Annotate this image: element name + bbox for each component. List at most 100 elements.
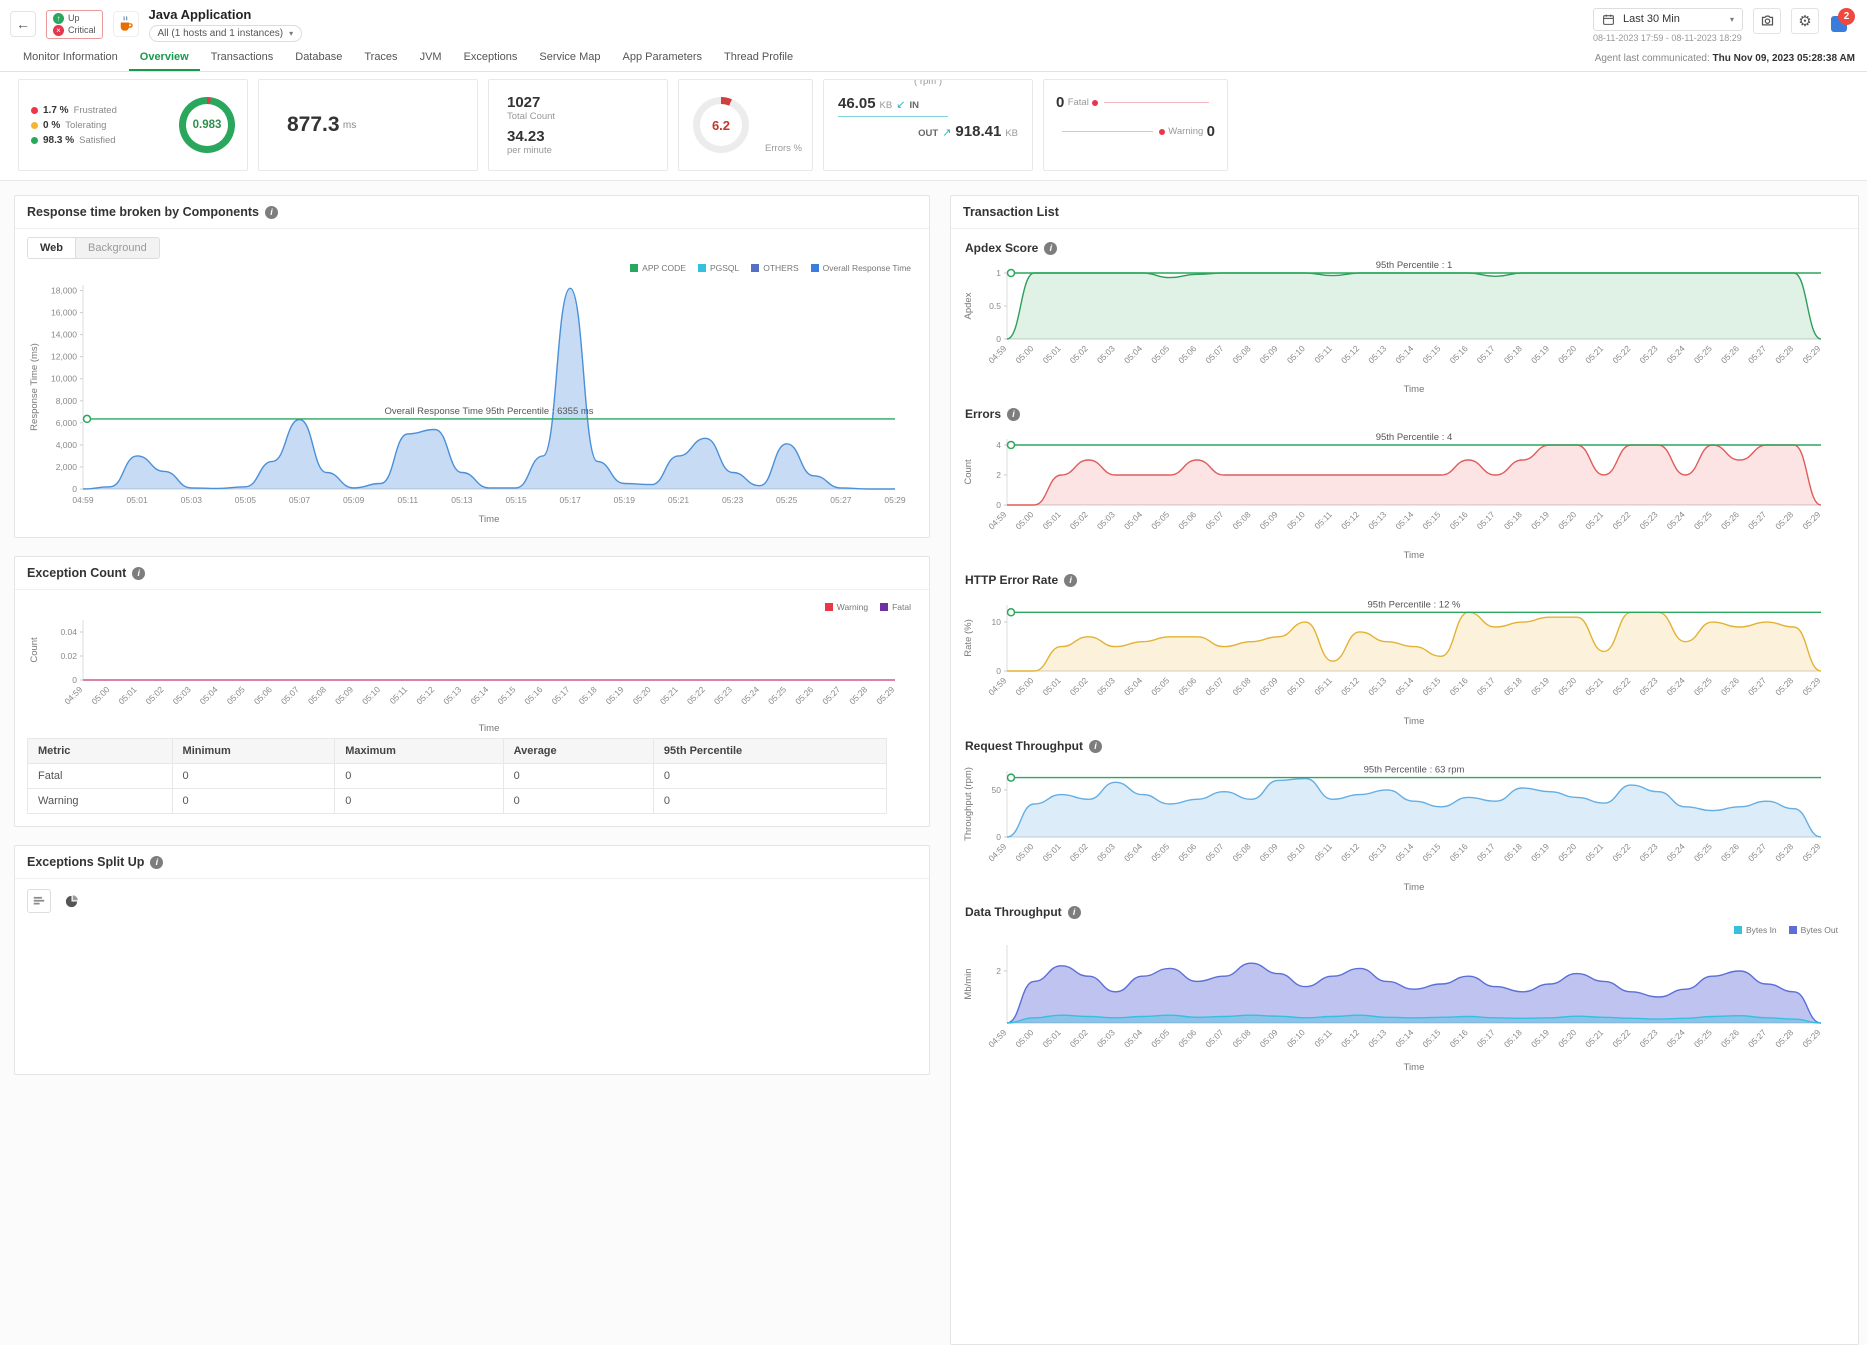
svg-text:05:15: 05:15 — [505, 495, 527, 505]
settings-button[interactable]: ⚙ — [1791, 8, 1819, 34]
gear-icon: ⚙ — [1798, 12, 1811, 30]
agent-status: Agent last communicated: Thu Nov 09, 202… — [1595, 53, 1855, 64]
availability-status-chip[interactable]: ↑ Up × Critical — [46, 10, 103, 39]
tab-monitor-information[interactable]: Monitor Information — [12, 46, 129, 71]
svg-text:05:19: 05:19 — [1529, 1027, 1551, 1049]
table-cell: 0 — [503, 764, 653, 789]
tab-service-map[interactable]: Service Map — [528, 46, 611, 71]
svg-text:50: 50 — [992, 785, 1002, 795]
bar-chart-view-button[interactable] — [27, 889, 51, 913]
svg-text:05:01: 05:01 — [1041, 841, 1063, 863]
svg-text:05:05: 05:05 — [1149, 1027, 1171, 1049]
tab-transactions[interactable]: Transactions — [200, 46, 285, 71]
title-block: Java Application All (1 hosts and 1 inst… — [149, 7, 303, 42]
info-icon[interactable]: i — [132, 567, 145, 580]
svg-text:05:16: 05:16 — [1448, 841, 1470, 863]
svg-text:05:29: 05:29 — [1800, 1027, 1822, 1049]
svg-text:16,000: 16,000 — [51, 308, 77, 318]
tab-app-parameters[interactable]: App Parameters — [612, 46, 713, 71]
host-instance-selector[interactable]: All (1 hosts and 1 instances) ▾ — [149, 25, 303, 42]
info-icon[interactable]: i — [265, 206, 278, 219]
svg-text:05:23: 05:23 — [1637, 675, 1659, 697]
info-icon[interactable]: i — [1089, 740, 1102, 753]
svg-text:95th Percentile : 4: 95th Percentile : 4 — [1376, 432, 1453, 443]
notifications-button[interactable]: 2 — [1829, 8, 1855, 34]
legend-item[interactable]: Overall Response Time — [811, 263, 911, 273]
svg-text:05:24: 05:24 — [739, 684, 761, 706]
info-icon[interactable]: i — [1068, 906, 1081, 919]
svg-text:05:28: 05:28 — [1773, 509, 1795, 531]
time-range-selector[interactable]: Last 30 Min ▾ — [1593, 8, 1743, 31]
page-title: Java Application — [149, 7, 303, 22]
svg-text:0: 0 — [996, 832, 1001, 842]
svg-text:05:05: 05:05 — [235, 495, 257, 505]
legend-item[interactable]: Warning — [825, 602, 868, 612]
svg-text:05:25: 05:25 — [1692, 1027, 1714, 1049]
tab-traces[interactable]: Traces — [353, 46, 408, 71]
svg-text:05:20: 05:20 — [1556, 841, 1578, 863]
toggle-web[interactable]: Web — [28, 238, 76, 258]
legend-item[interactable]: OTHERS — [751, 263, 798, 273]
info-icon[interactable]: i — [1044, 242, 1057, 255]
legend-swatch-icon — [698, 264, 706, 272]
svg-text:05:20: 05:20 — [1556, 509, 1578, 531]
camera-icon — [1760, 13, 1775, 28]
tab-jvm[interactable]: JVM — [409, 46, 453, 71]
legend-item[interactable]: PGSQL — [698, 263, 739, 273]
tab-bar: Monitor InformationOverviewTransactionsD… — [0, 46, 1867, 72]
toggle-background[interactable]: Background — [76, 238, 159, 258]
svg-text:05:03: 05:03 — [1095, 675, 1117, 697]
svg-text:05:08: 05:08 — [1230, 841, 1252, 863]
svg-text:05:24: 05:24 — [1665, 841, 1687, 863]
info-icon[interactable]: i — [1064, 574, 1077, 587]
svg-text:05:13: 05:13 — [1366, 1027, 1388, 1049]
svg-text:05:15: 05:15 — [1420, 509, 1442, 531]
fatal-value: 0 — [1056, 94, 1064, 111]
svg-text:05:21: 05:21 — [1583, 841, 1605, 863]
info-icon[interactable]: i — [150, 856, 163, 869]
legend-item[interactable]: Bytes In — [1734, 925, 1777, 935]
screenshot-button[interactable] — [1753, 8, 1781, 34]
svg-text:05:28: 05:28 — [1773, 841, 1795, 863]
errors-label: Errors — [965, 407, 1001, 421]
svg-text:05:15: 05:15 — [1420, 675, 1442, 697]
svg-text:14,000: 14,000 — [51, 330, 77, 340]
data-throughput-chart: 204:5905:0005:0105:0205:0305:0405:0505:0… — [961, 935, 1837, 1073]
svg-text:05:04: 05:04 — [1122, 841, 1144, 863]
per-minute-label: per minute — [507, 145, 667, 156]
svg-text:05:23: 05:23 — [722, 495, 744, 505]
svg-text:05:11: 05:11 — [1312, 343, 1334, 365]
tab-overview[interactable]: Overview — [129, 46, 200, 71]
svg-text:05:11: 05:11 — [1312, 841, 1334, 863]
tab-database[interactable]: Database — [284, 46, 353, 71]
info-icon[interactable]: i — [1007, 408, 1020, 421]
svg-text:Time: Time — [479, 723, 500, 734]
svg-text:05:25: 05:25 — [1692, 841, 1714, 863]
exception-count-chart: 00.020.0404:5905:0005:0105:0205:0305:040… — [27, 612, 911, 734]
svg-text:05:20: 05:20 — [1556, 675, 1578, 697]
svg-text:05:21: 05:21 — [1583, 675, 1605, 697]
legend-dot-icon — [31, 137, 38, 144]
svg-text:Mb/min: Mb/min — [963, 968, 974, 999]
svg-text:05:11: 05:11 — [1312, 509, 1334, 531]
back-button[interactable]: ← — [10, 11, 36, 37]
svg-text:2,000: 2,000 — [56, 462, 78, 472]
svg-text:05:29: 05:29 — [884, 495, 906, 505]
tab-thread-profile[interactable]: Thread Profile — [713, 46, 804, 71]
legend-item[interactable]: Bytes Out — [1789, 925, 1838, 935]
legend-item[interactable]: APP CODE — [630, 263, 686, 273]
svg-text:05:11: 05:11 — [397, 495, 418, 505]
svg-text:04:59: 04:59 — [986, 1027, 1008, 1049]
svg-text:05:06: 05:06 — [1176, 509, 1198, 531]
svg-text:05:07: 05:07 — [1203, 343, 1225, 365]
exception_count-svg: 00.020.0404:5905:0005:0105:0205:0305:040… — [27, 612, 911, 734]
tab-exceptions[interactable]: Exceptions — [453, 46, 529, 71]
transaction-list-title-row: Transaction List — [951, 196, 1858, 229]
response-components-panel: Response time broken by Components i Web… — [14, 195, 930, 538]
legend-item[interactable]: Fatal — [880, 602, 911, 612]
pie-chart-view-button[interactable] — [59, 889, 83, 913]
svg-text:05:22: 05:22 — [1610, 343, 1632, 365]
per-minute-value: 34.23 — [507, 128, 667, 145]
exception-count-legend: Warning Fatal — [27, 598, 917, 612]
svg-text:05:12: 05:12 — [1339, 841, 1361, 863]
